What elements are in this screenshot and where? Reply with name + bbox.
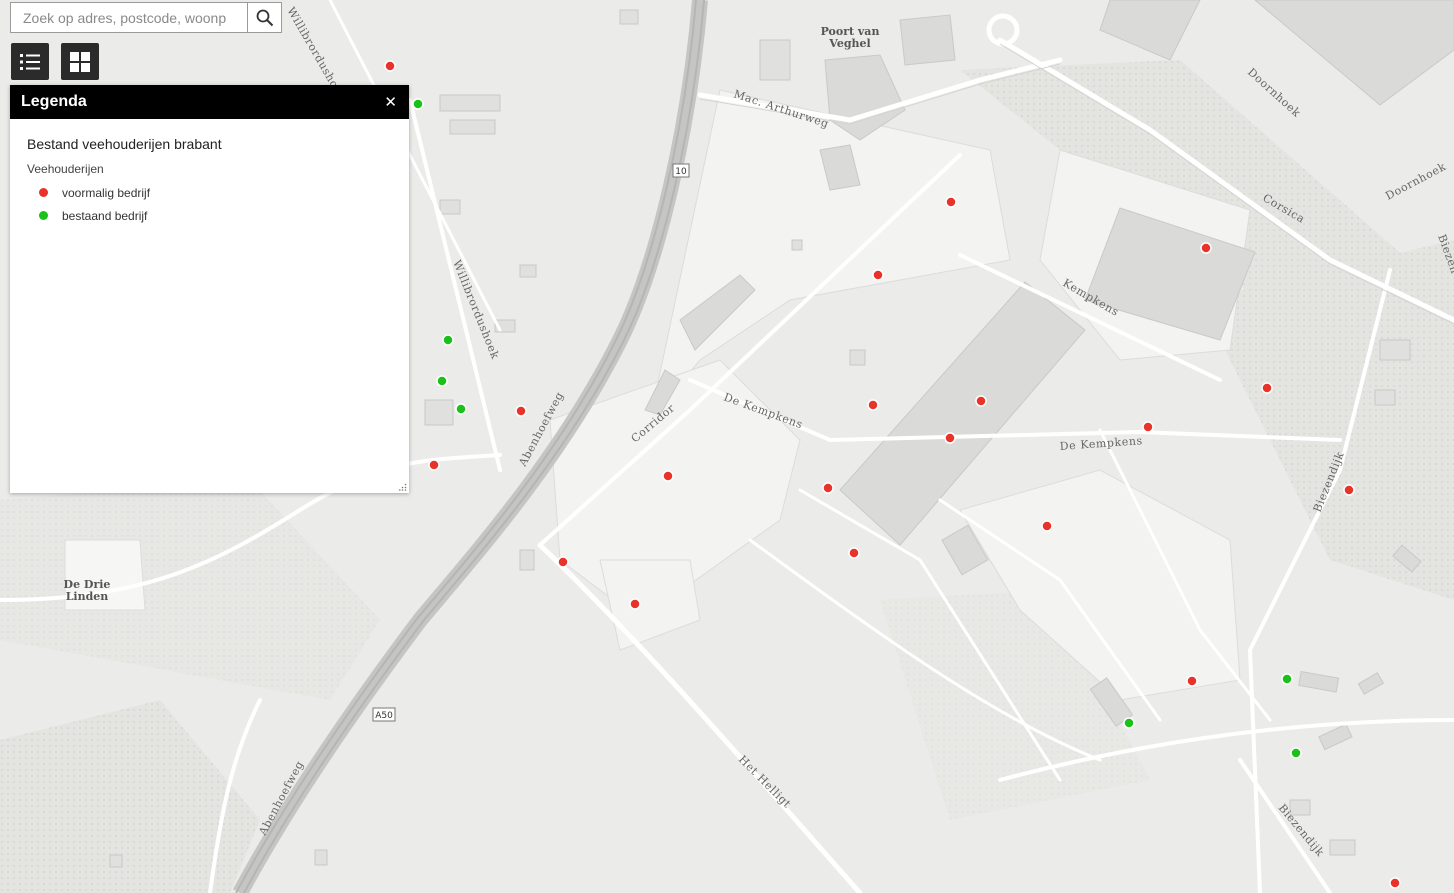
voormalig-bedrijf-point[interactable] xyxy=(662,470,674,482)
search-input[interactable] xyxy=(11,3,247,32)
bestaand-bedrijf-point[interactable] xyxy=(442,334,454,346)
svg-text:10: 10 xyxy=(675,167,687,177)
bestaand-bedrijf-point[interactable] xyxy=(412,98,424,110)
svg-text:A50: A50 xyxy=(375,711,393,721)
voormalig-bedrijf-point[interactable] xyxy=(515,405,527,417)
grid-icon xyxy=(70,51,90,72)
legend-toggle-button[interactable] xyxy=(11,43,49,80)
voormalig-bedrijf-point[interactable] xyxy=(629,598,641,610)
place-label: Veghel xyxy=(828,37,870,50)
route-shield-a50: A50 xyxy=(372,707,396,722)
voormalig-bedrijf-point[interactable] xyxy=(1200,242,1212,254)
voormalig-bedrijf-point[interactable] xyxy=(822,482,834,494)
close-icon[interactable]: ✕ xyxy=(384,93,397,111)
legend-body: Bestand veehouderijen brabant Veehouderi… xyxy=(10,119,409,244)
search-icon xyxy=(256,9,273,26)
voormalig-bedrijf-point[interactable] xyxy=(872,269,884,281)
basemap-gallery-button[interactable] xyxy=(61,43,99,80)
resize-handle-icon[interactable] xyxy=(399,483,407,491)
group-title: Veehouderijen xyxy=(27,162,104,176)
legend-item-label: bestaand bedrijf xyxy=(62,208,148,223)
layer-title: Bestand veehouderijen brabant xyxy=(27,136,222,152)
bestaand-bedrijf-point[interactable] xyxy=(1281,673,1293,685)
legend-header: Legenda ✕ xyxy=(10,85,409,119)
voormalig-bedrijf-point[interactable] xyxy=(867,399,879,411)
voormalig-bedrijf-point[interactable] xyxy=(1186,675,1198,687)
legend-item-label: voormalig bedrijf xyxy=(62,185,151,200)
bestaand-bedrijf-point[interactable] xyxy=(436,375,448,387)
bestaand-bedrijf-point[interactable] xyxy=(455,403,467,415)
voormalig-bedrijf-point[interactable] xyxy=(848,547,860,559)
red-dot-icon xyxy=(39,188,48,197)
voormalig-bedrijf-point[interactable] xyxy=(945,196,957,208)
search-box xyxy=(10,2,282,33)
voormalig-bedrijf-point[interactable] xyxy=(1142,421,1154,433)
bestaand-bedrijf-point[interactable] xyxy=(1123,717,1135,729)
legend-item-bestaand: bestaand bedrijf xyxy=(27,204,392,227)
voormalig-bedrijf-point[interactable] xyxy=(1389,877,1401,889)
voormalig-bedrijf-point[interactable] xyxy=(975,395,987,407)
search-button[interactable] xyxy=(247,3,281,32)
voormalig-bedrijf-point[interactable] xyxy=(1343,484,1355,496)
legend-item-voormalig: voormalig bedrijf xyxy=(27,181,392,204)
voormalig-bedrijf-point[interactable] xyxy=(944,432,956,444)
route-shield-10: 10 xyxy=(672,163,690,178)
voormalig-bedrijf-point[interactable] xyxy=(384,60,396,72)
legend-panel: Legenda ✕ Bestand veehouderijen brabant … xyxy=(10,85,409,493)
legend-title: Legenda xyxy=(21,93,87,110)
voormalig-bedrijf-point[interactable] xyxy=(428,459,440,471)
voormalig-bedrijf-point[interactable] xyxy=(1041,520,1053,532)
list-icon xyxy=(20,53,40,70)
voormalig-bedrijf-point[interactable] xyxy=(557,556,569,568)
green-dot-icon xyxy=(39,211,48,220)
voormalig-bedrijf-point[interactable] xyxy=(1261,382,1273,394)
bestaand-bedrijf-point[interactable] xyxy=(1290,747,1302,759)
place-label: Linden xyxy=(66,590,109,603)
